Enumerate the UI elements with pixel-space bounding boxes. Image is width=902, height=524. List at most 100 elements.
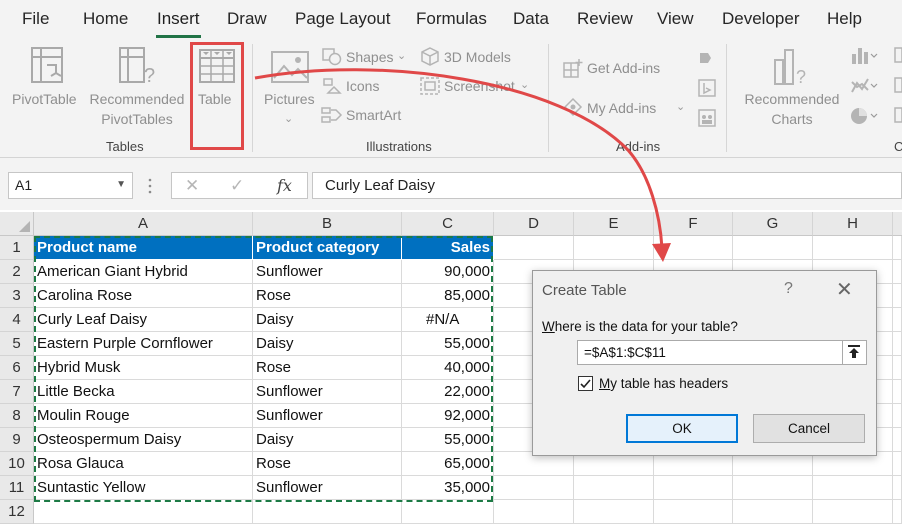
- bing-maps-icon[interactable]: [697, 78, 717, 98]
- empty-cell[interactable]: [893, 260, 902, 284]
- row-header-11[interactable]: 11: [0, 476, 34, 500]
- table-cell[interactable]: Moulin Rouge: [34, 404, 253, 428]
- collapse-dialog-button[interactable]: [842, 341, 866, 364]
- empty-cell[interactable]: [733, 500, 813, 524]
- confirm-entry-icon[interactable]: ✓: [230, 173, 244, 198]
- tab-formulas[interactable]: Formulas: [416, 9, 487, 29]
- table-cell[interactable]: Hybrid Musk: [34, 356, 253, 380]
- tab-help[interactable]: Help: [827, 9, 862, 29]
- empty-cell[interactable]: [893, 236, 902, 260]
- column-header-partial[interactable]: [893, 212, 902, 236]
- empty-cell[interactable]: [654, 476, 733, 500]
- table-cell[interactable]: 90,000: [402, 260, 494, 284]
- empty-cell[interactable]: [893, 452, 902, 476]
- name-box[interactable]: A1 ▼: [8, 172, 133, 199]
- empty-cell[interactable]: [893, 380, 902, 404]
- empty-cell[interactable]: [574, 476, 654, 500]
- row-header-4[interactable]: 4: [0, 308, 34, 332]
- column-header-a[interactable]: A: [34, 212, 253, 236]
- column-header-c[interactable]: C: [402, 212, 494, 236]
- visio-icon[interactable]: [697, 48, 717, 68]
- row-header-10[interactable]: 10: [0, 452, 34, 476]
- tab-page-layout[interactable]: Page Layout: [295, 9, 390, 29]
- tab-draw[interactable]: Draw: [227, 9, 267, 29]
- empty-cell[interactable]: [813, 476, 893, 500]
- table-cell[interactable]: Rosa Glauca: [34, 452, 253, 476]
- pie-chart-icon[interactable]: [850, 106, 878, 126]
- formula-bar-grip-icon[interactable]: [148, 176, 152, 196]
- ok-button[interactable]: OK: [626, 414, 738, 443]
- empty-cell[interactable]: [893, 308, 902, 332]
- table-cell[interactable]: Rose: [253, 452, 402, 476]
- table-cell[interactable]: Daisy: [253, 332, 402, 356]
- row-header-5[interactable]: 5: [0, 332, 34, 356]
- column-header-h[interactable]: H: [813, 212, 893, 236]
- empty-cell[interactable]: [893, 428, 902, 452]
- column-header-g[interactable]: G: [733, 212, 813, 236]
- table-cell-error[interactable]: #N/A: [402, 308, 494, 332]
- empty-cell[interactable]: [34, 500, 253, 524]
- table-cell[interactable]: 22,000: [402, 380, 494, 404]
- tab-review[interactable]: Review: [577, 9, 633, 29]
- empty-cell[interactable]: [402, 500, 494, 524]
- table-cell[interactable]: Rose: [253, 356, 402, 380]
- select-all-corner[interactable]: [0, 212, 34, 236]
- empty-cell[interactable]: [893, 404, 902, 428]
- headers-checkbox[interactable]: [578, 376, 593, 391]
- column-header-e[interactable]: E: [574, 212, 654, 236]
- row-header-3[interactable]: 3: [0, 284, 34, 308]
- cancel-button[interactable]: Cancel: [753, 414, 865, 443]
- line-chart-icon[interactable]: [850, 76, 878, 96]
- row-header-9[interactable]: 9: [0, 428, 34, 452]
- table-cell[interactable]: 55,000: [402, 332, 494, 356]
- column-chart-icon[interactable]: [850, 46, 878, 66]
- headers-checkbox-label[interactable]: My table has headers: [599, 376, 728, 391]
- table-cell[interactable]: Daisy: [253, 308, 402, 332]
- table-cell[interactable]: 35,000: [402, 476, 494, 500]
- empty-cell[interactable]: [893, 500, 902, 524]
- table-cell[interactable]: Sunflower: [253, 476, 402, 500]
- empty-cell[interactable]: [893, 332, 902, 356]
- empty-cell[interactable]: [574, 236, 654, 260]
- empty-cell[interactable]: [494, 236, 574, 260]
- row-header-8[interactable]: 8: [0, 404, 34, 428]
- empty-cell[interactable]: [253, 500, 402, 524]
- table-cell[interactable]: Carolina Rose: [34, 284, 253, 308]
- table-cell[interactable]: Little Becka: [34, 380, 253, 404]
- table-cell[interactable]: 85,000: [402, 284, 494, 308]
- empty-cell[interactable]: [654, 500, 733, 524]
- table-cell[interactable]: Sunflower: [253, 380, 402, 404]
- help-icon[interactable]: ?: [784, 280, 793, 298]
- table-cell[interactable]: Eastern Purple Cornflower: [34, 332, 253, 356]
- column-header-b[interactable]: B: [253, 212, 402, 236]
- more-charts-icon[interactable]: [894, 46, 902, 126]
- row-header-7[interactable]: 7: [0, 380, 34, 404]
- empty-cell[interactable]: [494, 476, 574, 500]
- people-graph-icon[interactable]: [697, 108, 717, 128]
- table-cell[interactable]: Osteospermum Daisy: [34, 428, 253, 452]
- header-cell-product-category[interactable]: Product category: [253, 236, 402, 260]
- column-header-d[interactable]: D: [494, 212, 574, 236]
- table-cell[interactable]: Rose: [253, 284, 402, 308]
- column-header-f[interactable]: F: [654, 212, 733, 236]
- name-box-chevron-down-icon[interactable]: ▼: [116, 179, 126, 190]
- empty-cell[interactable]: [813, 500, 893, 524]
- table-cell[interactable]: 40,000: [402, 356, 494, 380]
- close-icon[interactable]: ✕: [836, 277, 853, 302]
- empty-cell[interactable]: [893, 356, 902, 380]
- table-cell[interactable]: American Giant Hybrid: [34, 260, 253, 284]
- empty-cell[interactable]: [893, 284, 902, 308]
- header-cell-product-name[interactable]: Product name: [34, 236, 253, 260]
- empty-cell[interactable]: [654, 236, 733, 260]
- row-header-12[interactable]: 12: [0, 500, 34, 524]
- empty-cell[interactable]: [574, 500, 654, 524]
- cancel-entry-icon[interactable]: ✕: [185, 173, 199, 198]
- tab-data[interactable]: Data: [513, 9, 549, 29]
- row-header-1[interactable]: 1: [0, 236, 34, 260]
- tab-file[interactable]: File: [22, 9, 49, 29]
- formula-input[interactable]: Curly Leaf Daisy: [312, 172, 902, 199]
- table-cell[interactable]: Suntastic Yellow: [34, 476, 253, 500]
- empty-cell[interactable]: [813, 236, 893, 260]
- empty-cell[interactable]: [494, 500, 574, 524]
- table-cell[interactable]: Curly Leaf Daisy: [34, 308, 253, 332]
